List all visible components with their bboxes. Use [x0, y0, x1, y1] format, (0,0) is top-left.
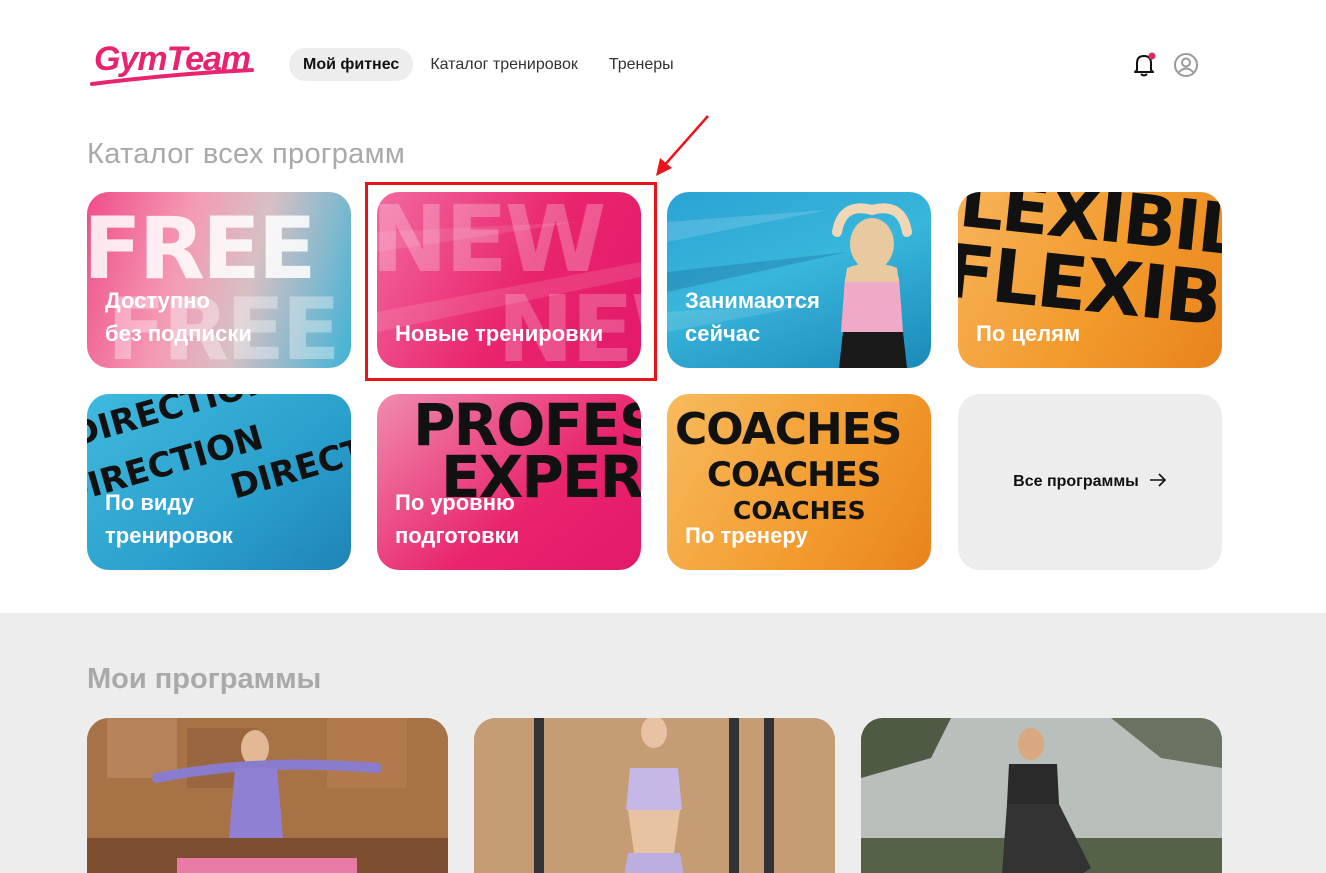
card-goals-label: По целям: [976, 317, 1216, 350]
logo-swoosh: [90, 68, 254, 86]
card-type[interactable]: DIRECTION DIRECTION DIRECTION По виду тр…: [87, 394, 351, 570]
annotation-highlight-box: [365, 182, 657, 381]
card-goals-line2: По целям: [976, 321, 1081, 346]
nav-trainers[interactable]: Тренеры: [595, 48, 688, 81]
annotation-arrow-icon: [656, 115, 709, 176]
all-programs-link[interactable]: Все программы: [958, 394, 1222, 570]
card-now[interactable]: Занимаются сейчас: [667, 192, 931, 368]
nav-my-fitness[interactable]: Мой фитнес: [289, 48, 414, 81]
card-now-line2: сейчас: [685, 321, 761, 346]
card-level-label: По уровню подготовки: [395, 486, 635, 552]
arrow-right-icon: [1149, 472, 1167, 492]
gymteam-logo[interactable]: GymTeam: [90, 40, 256, 88]
card-level-line2: подготовки: [395, 523, 520, 548]
program-card-3[interactable]: [861, 718, 1222, 873]
card-level-line1: По уровню: [395, 490, 515, 515]
card-goals[interactable]: FLEXIBILITY FLEXIBILITY По целям: [958, 192, 1222, 368]
nav-catalog[interactable]: Каталог тренировок: [416, 48, 592, 81]
program-card-2[interactable]: [474, 718, 835, 873]
card-now-label: Занимаются сейчас: [685, 284, 925, 350]
all-programs-label: Все программы: [1013, 473, 1139, 490]
all-programs-card[interactable]: Все программы: [958, 394, 1222, 570]
card-free[interactable]: FREE FREE Доступно без подписки: [87, 192, 351, 368]
card-level[interactable]: PROFES EXPER По уровню подготовки: [377, 394, 641, 570]
program-card-3-image: [861, 718, 1222, 873]
card-type-label: По виду тренировок: [105, 486, 345, 552]
bell-icon[interactable]: [1131, 52, 1157, 78]
card-free-line2: без подписки: [105, 321, 252, 346]
card-coach-label: По тренеру: [685, 519, 925, 552]
card-type-line1: По виду: [105, 490, 194, 515]
card-coach-line2: По тренеру: [685, 523, 808, 548]
program-card-1-image: [87, 718, 448, 873]
user-icon[interactable]: [1173, 52, 1199, 78]
program-card-2-image: [474, 718, 835, 873]
card-free-label: Доступно без подписки: [105, 284, 345, 350]
catalog-title: Каталог всех программ: [87, 138, 406, 170]
program-card-1[interactable]: [87, 718, 448, 873]
card-now-line1: Занимаются: [685, 288, 820, 313]
card-coach-art: COACHES: [675, 404, 902, 455]
card-coach[interactable]: COACHES COACHES COACHES По тренеру: [667, 394, 931, 570]
card-type-line2: тренировок: [105, 523, 233, 548]
my-programs-title: Мои программы: [87, 663, 322, 695]
main-nav: Мой фитнес Каталог тренировок Тренеры: [289, 48, 691, 81]
card-free-line1: Доступно: [105, 288, 210, 313]
card-coach-art-2: COACHES: [707, 455, 881, 495]
header: GymTeam Мой фитнес Каталог тренировок Тр…: [0, 0, 1326, 120]
